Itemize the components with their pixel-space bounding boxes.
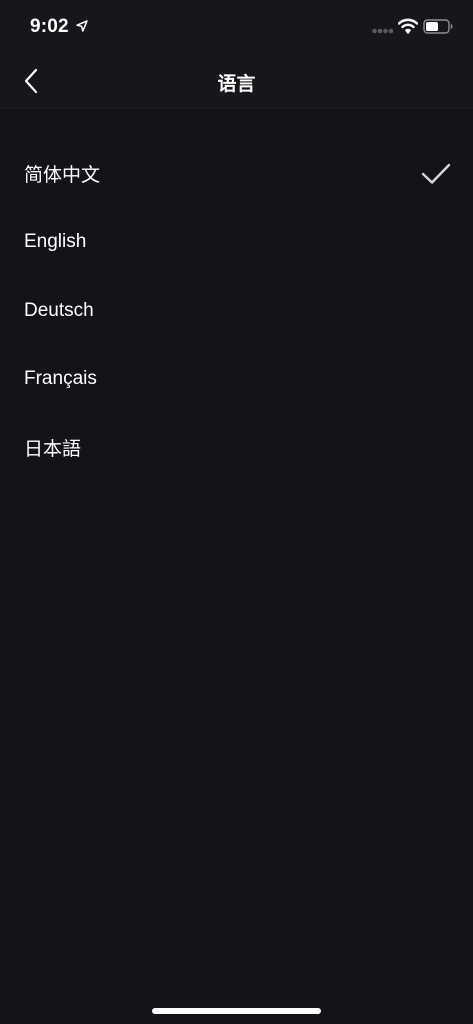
location-arrow-icon: [76, 20, 88, 32]
language-item-german[interactable]: Deutsch: [0, 277, 473, 346]
cellular-signal-icon: [372, 28, 394, 34]
language-label: 简体中文: [24, 165, 101, 187]
navigation-bar: 语言: [0, 56, 473, 109]
language-label: Deutsch: [24, 299, 94, 321]
status-bar: 9:02: [0, 0, 473, 56]
page-title: 语言: [217, 74, 256, 95]
battery-icon: [423, 19, 453, 34]
language-label: English: [24, 231, 87, 253]
language-item-english[interactable]: English: [0, 209, 473, 278]
language-list: 简体中文 English Deutsch Français 日本語: [0, 140, 473, 483]
language-label: 日本語: [24, 439, 82, 461]
language-item-japanese[interactable]: 日本語: [0, 414, 473, 483]
checkmark-icon: [421, 164, 451, 184]
language-label: Français: [24, 368, 97, 390]
language-item-french[interactable]: Français: [0, 346, 473, 415]
status-time: 9:02: [30, 16, 69, 37]
wifi-icon: [398, 18, 418, 34]
home-indicator[interactable]: [152, 1008, 321, 1014]
language-item-simplified-chinese[interactable]: 简体中文: [0, 140, 473, 209]
